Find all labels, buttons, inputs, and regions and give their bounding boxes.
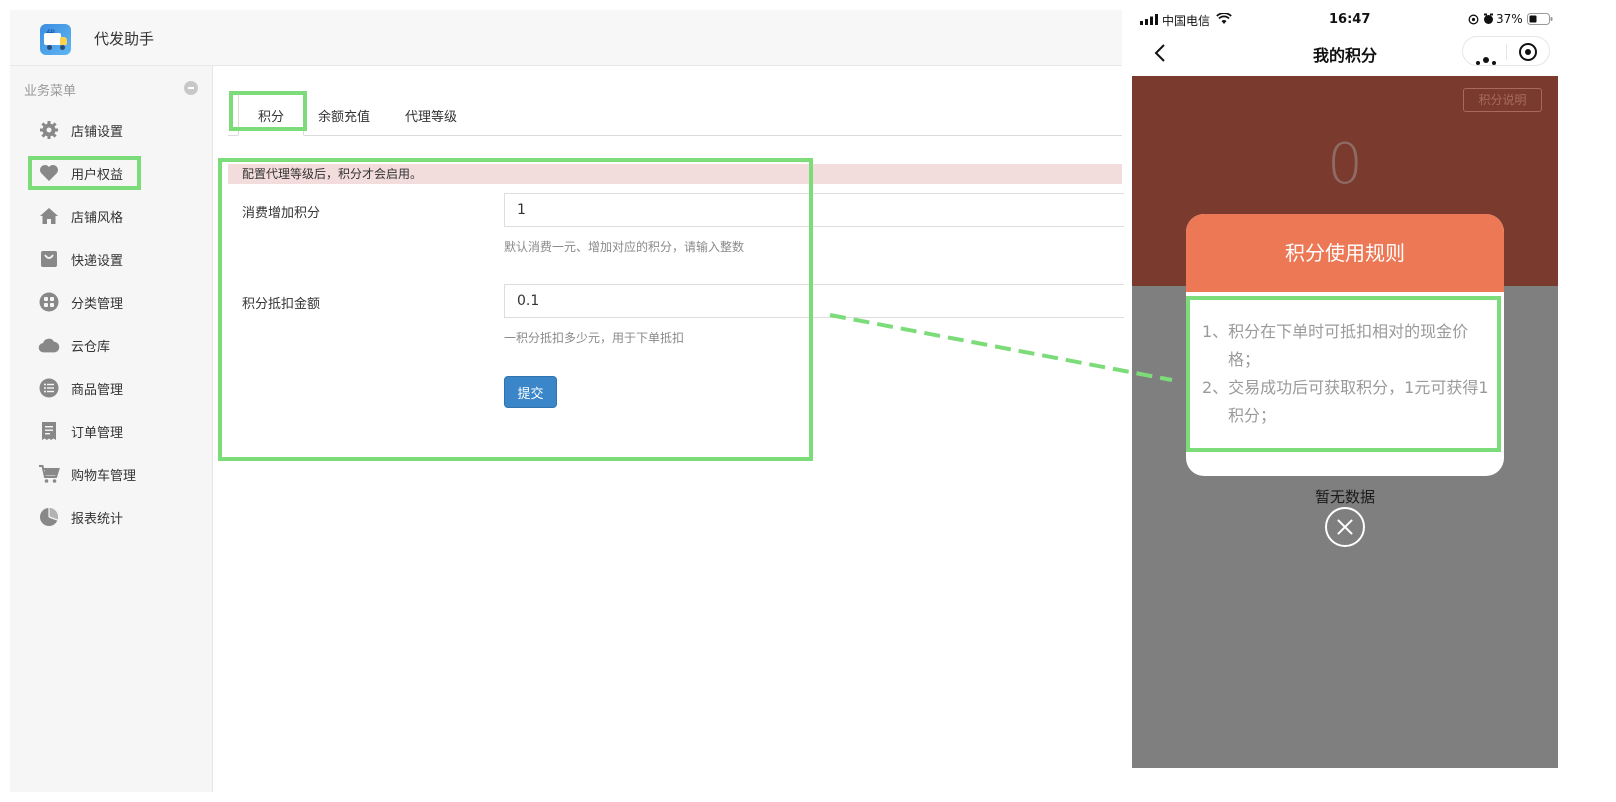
annotation-connector — [829, 313, 1173, 382]
